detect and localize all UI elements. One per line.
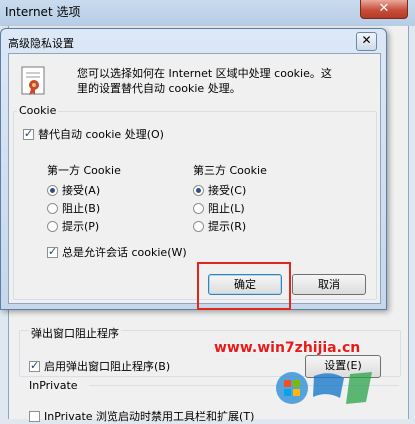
- popup-blocker-group-label: 弹出窗口阻止程序: [29, 325, 121, 341]
- first-party-prompt-radio[interactable]: [47, 220, 58, 232]
- inprivate-group-label: InPrivate: [29, 379, 78, 392]
- first-party-prompt-option[interactable]: 提示(P): [47, 218, 99, 234]
- third-party-prompt-option[interactable]: 提示(R): [193, 218, 246, 234]
- first-party-accept-option[interactable]: 接受(A): [47, 182, 100, 198]
- third-party-block-label: 阻止(L): [208, 202, 245, 215]
- first-party-block-label: 阻止(B): [62, 202, 101, 215]
- first-party-block-radio[interactable]: [47, 202, 58, 214]
- ok-button-highlight-box: [197, 262, 291, 310]
- third-party-accept-label: 接受(C): [208, 184, 247, 197]
- inprivate-checkbox[interactable]: [29, 410, 40, 422]
- third-party-prompt-label: 提示(R): [208, 220, 247, 233]
- close-icon: ✕: [361, 33, 372, 47]
- override-checkbox-label: 替代自动 cookie 处理(O): [38, 128, 164, 141]
- cancel-button[interactable]: 取消: [292, 274, 366, 295]
- popup-blocker-checkbox[interactable]: [29, 359, 40, 372]
- inprivate-checkbox-label: InPrivate 浏览启动时禁用工具栏和扩展(T): [44, 410, 255, 423]
- popup-blocker-checkbox-row[interactable]: 启用弹出窗口阻止程序(B): [29, 358, 170, 374]
- session-cookie-checkbox-label: 总是允许会话 cookie(W): [62, 246, 187, 259]
- description-line-1: 您可以选择如何在 Internet 区域中处理 cookie。这: [77, 67, 332, 80]
- third-party-prompt-radio[interactable]: [193, 220, 204, 232]
- dialog-client-area: 您可以选择如何在 Internet 区域中处理 cookie。这 里的设置替代自…: [8, 53, 381, 304]
- dialog-title: 高级隐私设置: [8, 37, 74, 50]
- windows-logo-watermark: [276, 372, 372, 404]
- session-cookie-checkbox-row[interactable]: 总是允许会话 cookie(W): [47, 244, 187, 260]
- privacy-certificate-icon: [21, 66, 45, 95]
- cookie-group-label: Cookie: [17, 104, 59, 117]
- override-checkbox-row[interactable]: 替代自动 cookie 处理(O): [23, 126, 164, 142]
- description-line-2: 里的设置替代自动 cookie 处理。: [77, 82, 241, 95]
- first-party-accept-label: 接受(A): [62, 184, 101, 197]
- advanced-privacy-dialog: 高级隐私设置 ✕ 您可以选择如何在 Internet 区域中处理 cookie。…: [0, 28, 387, 310]
- first-party-accept-radio[interactable]: [47, 184, 58, 196]
- close-icon: ✕: [378, 1, 390, 16]
- dialog-description: 您可以选择如何在 Internet 区域中处理 cookie。这 里的设置替代自…: [77, 66, 377, 96]
- parent-close-button[interactable]: ✕: [360, 0, 408, 19]
- parent-window-title: Internet 选项: [5, 5, 81, 19]
- popup-blocker-checkbox-label: 启用弹出窗口阻止程序(B): [44, 360, 171, 373]
- first-party-block-option[interactable]: 阻止(B): [47, 200, 100, 216]
- session-cookie-checkbox[interactable]: [47, 245, 58, 258]
- parent-window-titlebar: Internet 选项 ✕: [0, 0, 415, 26]
- inprivate-checkbox-row[interactable]: InPrivate 浏览启动时禁用工具栏和扩展(T): [29, 408, 254, 424]
- third-party-accept-radio[interactable]: [193, 184, 204, 196]
- dialog-close-button[interactable]: ✕: [356, 32, 377, 51]
- third-party-heading: 第三方 Cookie: [193, 164, 267, 177]
- third-party-block-option[interactable]: 阻止(L): [193, 200, 245, 216]
- third-party-accept-option[interactable]: 接受(C): [193, 182, 246, 198]
- third-party-block-radio[interactable]: [193, 202, 204, 214]
- override-checkbox[interactable]: [23, 127, 34, 140]
- watermark-text: www.win7zhijia.cn: [214, 340, 361, 356]
- first-party-heading: 第一方 Cookie: [47, 164, 121, 177]
- first-party-prompt-label: 提示(P): [62, 220, 100, 233]
